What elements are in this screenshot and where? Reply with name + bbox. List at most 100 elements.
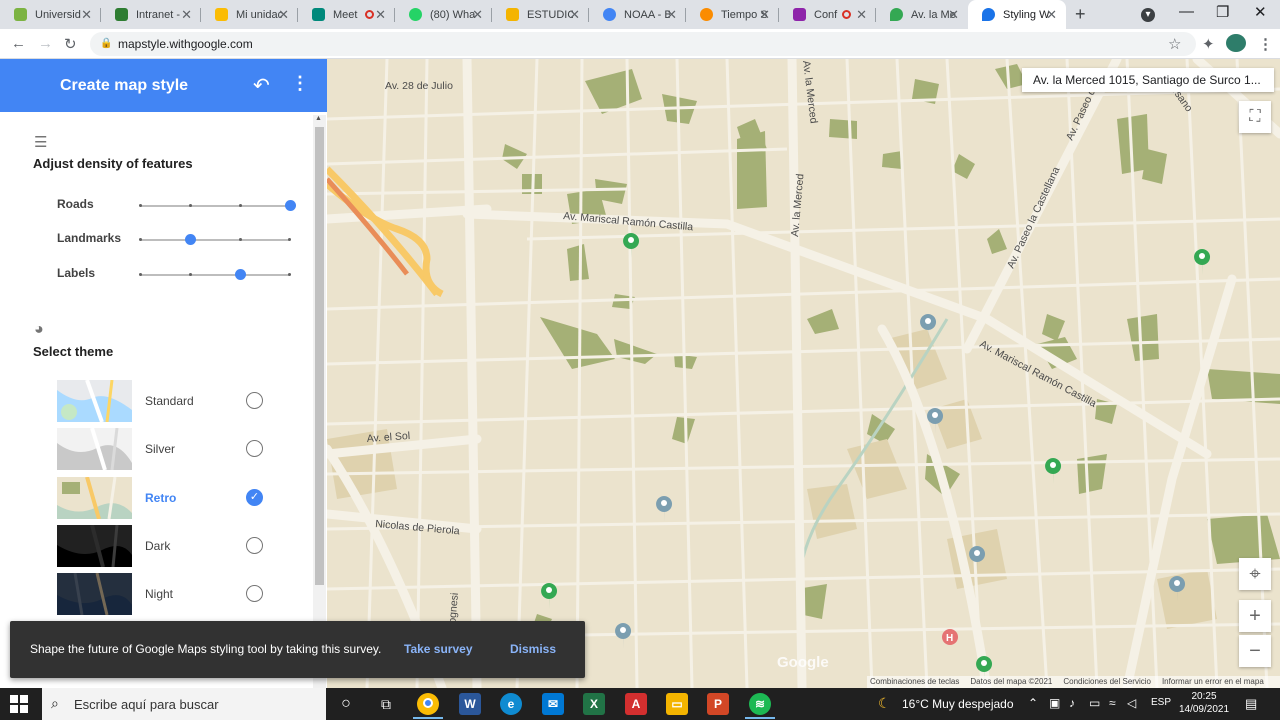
slider-tick [139,204,142,207]
powerpoint-icon[interactable]: P [707,693,729,715]
radio-button[interactable] [246,537,263,554]
undo-icon[interactable]: ↶ [253,73,270,98]
close-tab-icon[interactable]: ✕ [856,7,867,23]
edge-icon[interactable]: e [500,693,522,715]
more-options-icon[interactable]: ⋮ [291,73,309,94]
cortana-icon[interactable]: ○ [335,693,357,715]
close-tab-icon[interactable]: ✕ [759,7,770,23]
chrome-icon[interactable] [417,693,439,715]
radio-button[interactable] [246,440,263,457]
landmarks-slider[interactable] [139,234,291,245]
zoom-out-button[interactable]: − [1239,635,1271,667]
volume-icon[interactable]: ◁ [1127,696,1136,710]
close-window-icon[interactable]: ✕ [1254,3,1267,21]
close-tab-icon[interactable]: ✕ [569,7,580,23]
tab-styling-wizard[interactable]: Styling W ✕ [968,0,1066,29]
slider-tick [288,273,291,276]
hospital-pin-icon[interactable]: H [942,629,958,645]
panel-scrollbar[interactable]: ▲ [313,115,326,688]
close-tab-icon[interactable]: ✕ [181,7,192,23]
notifications-icon[interactable]: ▤ [1245,696,1257,712]
tab-drive[interactable]: Mi unidad - Google Drive ✕ [201,0,298,29]
address-search-chip[interactable]: Av. la Merced 1015, Santiago de Surco 1.… [1022,68,1274,92]
close-tab-icon[interactable]: ✕ [472,7,483,23]
scroll-up-icon[interactable]: ▲ [315,115,322,122]
weather-icon [700,8,713,21]
tab-noaa[interactable]: NOAA - B ✕ [589,0,686,29]
battery-icon[interactable]: ▭ [1089,696,1100,710]
my-location-icon[interactable]: ⌖ [1239,558,1271,590]
dismiss-button[interactable]: Dismiss [510,642,556,656]
taskbar-search-placeholder: Escribe aquí para buscar [74,697,219,712]
reload-icon[interactable]: ↻ [64,35,77,53]
forward-icon[interactable]: → [38,35,53,52]
terms-link[interactable]: Condiciones del Servicio [1063,676,1151,688]
theme-option-silver[interactable]: Silver [57,428,287,470]
roads-slider[interactable] [139,200,296,211]
extensions-icon[interactable]: ✦ [1202,35,1215,53]
favicon-icon [793,8,806,21]
weather-text[interactable]: 16°C Muy despejado [902,697,1014,711]
theme-option-retro[interactable]: Retro ✓ [57,477,287,519]
wifi-icon[interactable]: ≈ [1109,696,1116,710]
radio-checked-icon[interactable]: ✓ [246,489,263,506]
scrollbar-thumb[interactable] [315,127,324,585]
windows-start-icon[interactable] [10,695,28,713]
close-tab-icon[interactable]: ✕ [278,7,289,23]
excel-icon[interactable]: X [583,693,605,715]
tab-universidad[interactable]: Universidad ✕ [0,0,101,29]
fullscreen-icon[interactable]: ⛶ [1239,101,1271,133]
slider-thumb[interactable] [285,200,296,211]
tab-av-la-merced[interactable]: Av. la Me ✕ [876,0,968,29]
zoom-in-button[interactable]: + [1239,600,1271,632]
acrobat-icon[interactable]: A [625,693,647,715]
tray-chevron-icon[interactable]: ⌃ [1028,696,1038,710]
new-tab-button[interactable]: + [1075,4,1086,25]
minimize-icon[interactable]: — [1179,3,1194,20]
tab-strip: Universidad ✕ Intranet - U ✕ Mi unidad -… [0,0,1280,29]
slider-thumb[interactable] [235,269,246,280]
labels-slider[interactable] [139,269,291,280]
keyboard-shortcuts-link[interactable]: Combinaciones de teclas [870,676,959,688]
weather-moon-icon[interactable]: ☾ [878,695,891,712]
task-view-icon[interactable]: ⧉ [375,693,397,715]
take-survey-button[interactable]: Take survey [404,642,473,656]
radio-button[interactable] [246,392,263,409]
tab-tiempo[interactable]: Tiempo S ✕ [686,0,779,29]
tab-conf[interactable]: Conf ✕ [779,0,876,29]
address-bar[interactable]: 🔒 mapstyle.withgoogle.com [90,32,1196,56]
bookmark-star-icon[interactable]: ☆ [1168,35,1181,53]
slider-thumb[interactable] [185,234,196,245]
close-tab-icon[interactable]: ✕ [375,7,386,23]
tab-estudios[interactable]: ESTUDIOS ✕ [492,0,589,29]
close-tab-icon[interactable]: ✕ [1046,7,1057,23]
theme-option-standard[interactable]: Standard [57,380,287,422]
maximize-icon[interactable]: ❐ [1216,3,1229,21]
mail-icon[interactable]: ✉ [542,693,564,715]
tab-whatsapp[interactable]: (80) WhatsApp ✕ [395,0,492,29]
file-explorer-icon[interactable]: ▭ [666,693,688,715]
close-tab-icon[interactable]: ✕ [948,7,959,23]
chrome-menu-icon[interactable]: ⋮ [1258,35,1273,53]
taskbar-clock[interactable]: 20:25 14/09/2021 [1178,690,1230,716]
map-canvas[interactable]: Av. 28 de Julio Av. la Merced Av. Marisc… [327,59,1280,688]
device-icon[interactable]: ▣ [1049,696,1060,710]
spotify-icon[interactable]: ≋ [749,693,771,715]
tab-intranet[interactable]: Intranet - U ✕ [101,0,201,29]
tab-search-icon[interactable]: ▾ [1141,8,1155,22]
report-error-link[interactable]: Informar un error en el mapa [1162,676,1264,688]
microphone-icon[interactable]: ♪ [1069,696,1075,710]
radio-button[interactable] [246,585,263,602]
theme-option-dark[interactable]: Dark [57,525,287,567]
close-tab-icon[interactable]: ✕ [81,7,92,23]
profile-avatar[interactable] [1226,34,1246,52]
back-icon[interactable]: ← [11,35,26,52]
theme-option-night[interactable]: Night [57,573,287,615]
language-indicator[interactable]: ESP [1151,697,1171,708]
word-icon[interactable]: W [459,693,481,715]
lock-icon: 🔒 [100,38,113,49]
tab-meet[interactable]: Meet ✕ [298,0,395,29]
taskbar-search-box[interactable]: ⌕ Escribe aquí para buscar [42,688,326,720]
slider-tick [189,204,192,207]
close-tab-icon[interactable]: ✕ [666,7,677,23]
